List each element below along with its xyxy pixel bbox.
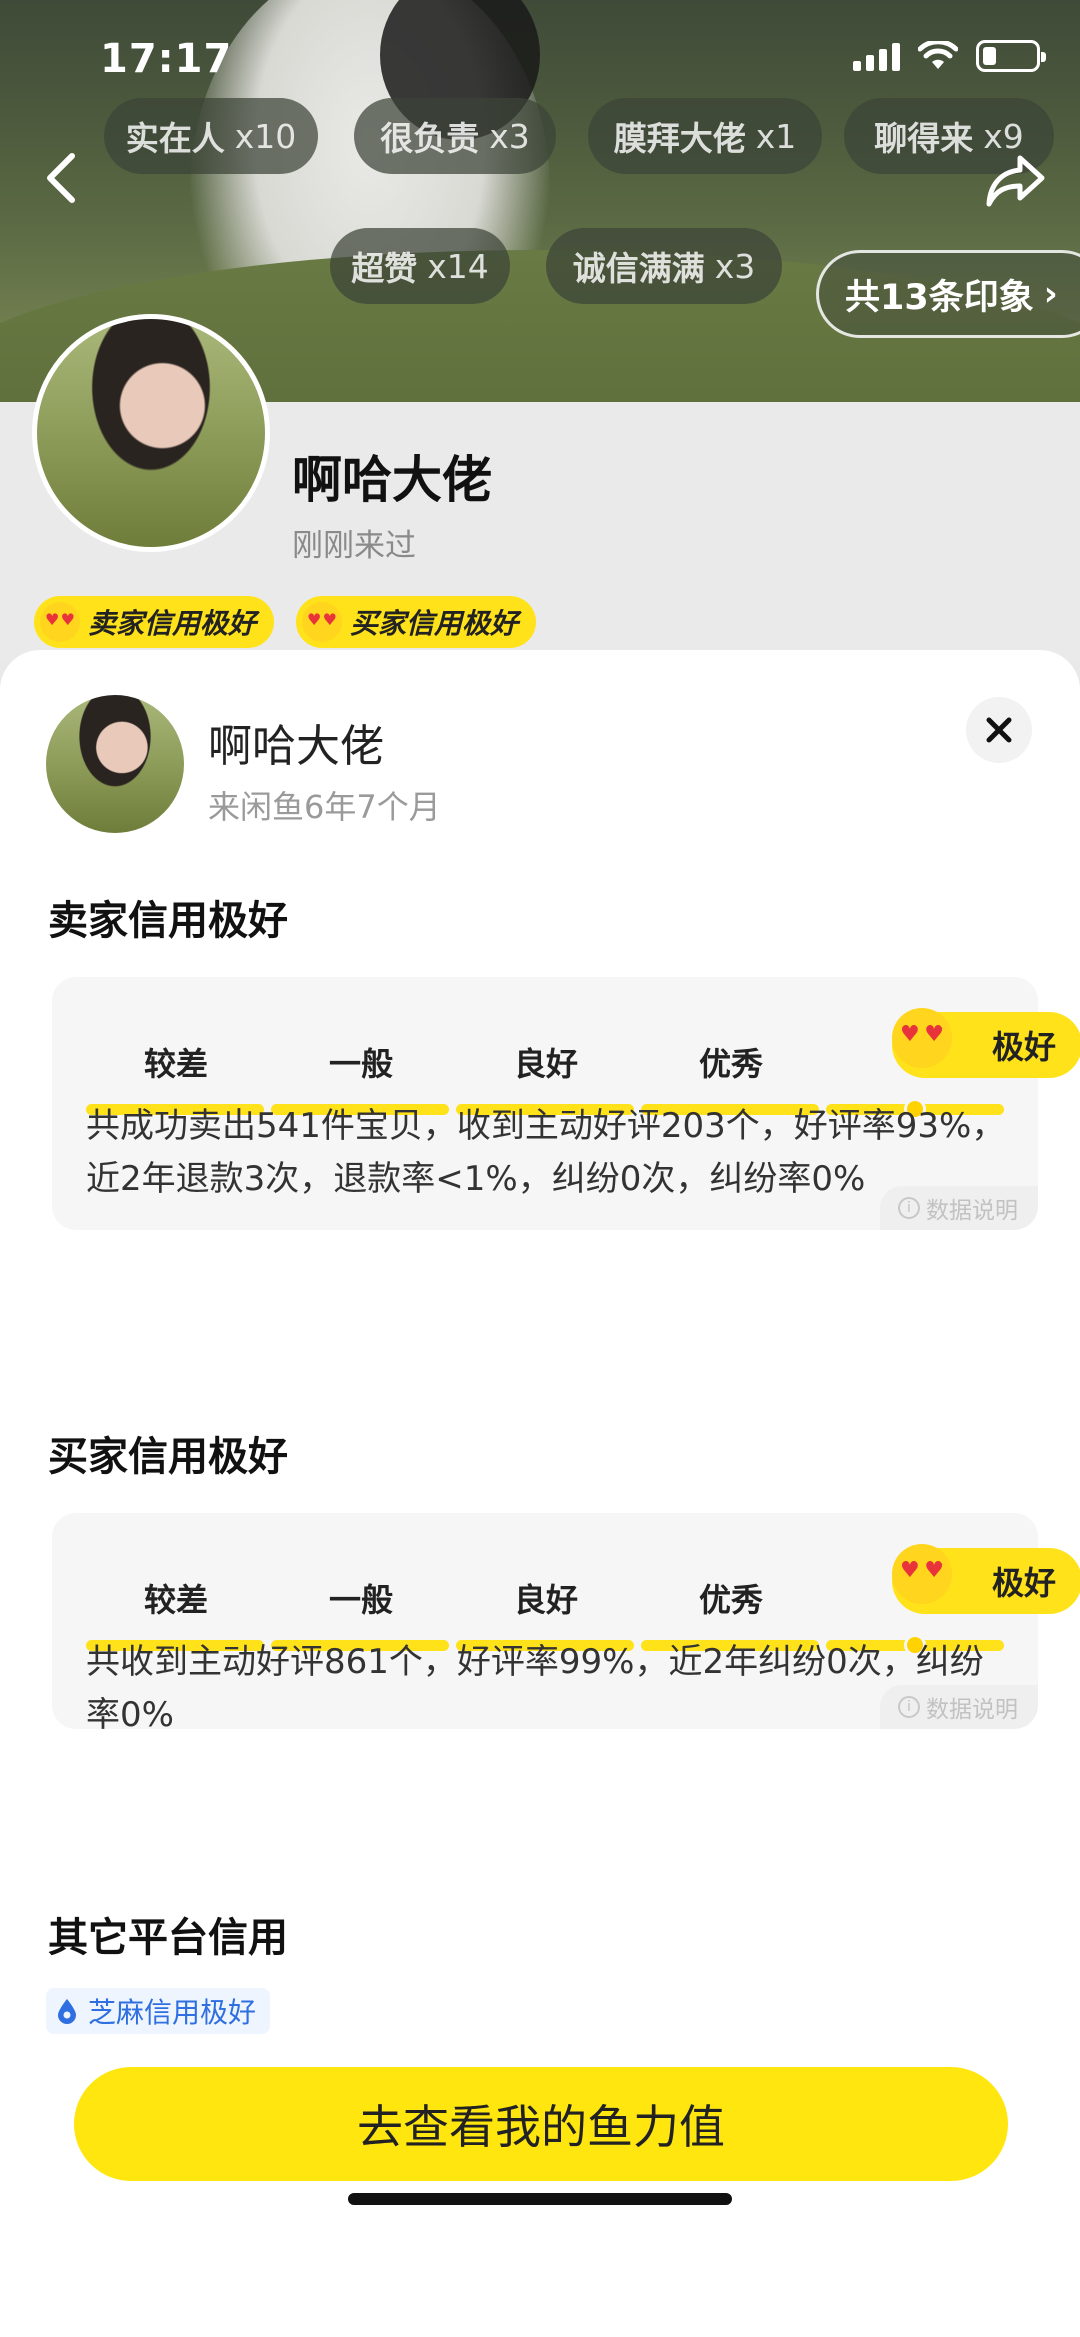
info-icon: i	[898, 1696, 920, 1718]
view-fish-power-button[interactable]: 去查看我的鱼力值	[74, 2067, 1008, 2181]
level-scale: 较差 一般 良好 优秀 极好	[86, 977, 1080, 1083]
heart-eyes-emoji-icon	[892, 1008, 952, 1068]
status-time: 17:17	[100, 36, 233, 82]
current-level-bubble: 极好	[892, 1544, 1080, 1614]
sheet-avatar	[46, 695, 184, 833]
seller-credit-description: 共成功卖出541件宝贝，收到主动好评203个，好评率93%，近2年退款3次，退款…	[86, 1106, 1006, 1199]
level-label: 一般	[328, 1045, 393, 1083]
profile-name: 啊哈大佬	[292, 451, 492, 509]
current-level-label: 极好	[991, 1028, 1056, 1066]
zhima-credit-tag[interactable]: 芝麻信用极好	[46, 1988, 271, 2034]
tag-count: x3	[489, 116, 530, 156]
other-platform-title: 其它平台信用	[48, 1915, 288, 1961]
tag-label: 诚信满满	[572, 249, 705, 288]
seller-credit-card: 较差 一般 良好 优秀 极好 共成功卖出541件宝贝，收到主动好评203个，好评…	[52, 977, 1080, 1230]
buyer-credit-title: 买家信用极好	[48, 1434, 288, 1480]
buyer-credit-description: 共收到主动好评861个，好评率99%，近2年纠纷0次，纠纷率0%	[86, 1642, 984, 1735]
back-arrow-icon[interactable]	[40, 150, 84, 206]
last-seen-text: 刚刚来过	[292, 528, 416, 564]
close-icon	[986, 717, 1012, 743]
data-note-label: 数据说明	[926, 1198, 1018, 1224]
level-label: 较差	[143, 1581, 208, 1619]
impression-tag[interactable]: 诚信满满 x3	[546, 228, 782, 304]
heart-eyes-emoji-icon	[302, 602, 342, 642]
badge-label: 卖家信用极好	[88, 607, 257, 640]
avatar[interactable]	[32, 314, 270, 552]
seller-credit-badge[interactable]: 卖家信用极好	[34, 596, 275, 648]
tag-count: x10	[234, 116, 297, 156]
chevron-right-icon: ›	[1043, 274, 1058, 314]
signal-icon	[853, 41, 900, 71]
seller-credit-title: 卖家信用极好	[48, 898, 288, 944]
home-indicator	[348, 2193, 732, 2205]
battery-icon	[976, 40, 1046, 72]
tag-label: 超赞	[351, 249, 418, 288]
wifi-icon	[918, 41, 958, 69]
heart-eyes-emoji-icon	[40, 602, 80, 642]
info-icon: i	[898, 1197, 920, 1219]
tag-count: x3	[714, 246, 756, 286]
level-label: 良好	[513, 1581, 578, 1619]
level-scale: 较差 一般 良好 优秀 极好	[86, 1513, 1080, 1619]
current-level-label: 极好	[991, 1564, 1056, 1602]
tag-count: x1	[755, 116, 797, 156]
badge-label: 买家信用极好	[350, 607, 519, 640]
member-since-text: 来闲鱼6年7个月	[208, 788, 441, 826]
level-label: 优秀	[698, 1045, 763, 1083]
credit-sheet: 啊哈大佬 来闲鱼6年7个月 卖家信用极好 较差 一般 良好 优秀 极好 共成功卖…	[0, 650, 1080, 2337]
data-explanation-link[interactable]: i 数据说明	[880, 1186, 1038, 1230]
heart-eyes-emoji-icon	[892, 1544, 952, 1604]
level-label: 较差	[143, 1045, 208, 1083]
buyer-credit-card: 较差 一般 良好 优秀 极好 共收到主动好评861个，好评率99%，近2年纠纷0…	[52, 1513, 1080, 1735]
data-explanation-link[interactable]: i 数据说明	[880, 1685, 1038, 1729]
tag-count: x14	[427, 246, 489, 286]
zhima-drop-icon	[58, 1999, 76, 2024]
all-impressions-label: 共13条印象	[845, 277, 1034, 318]
impression-tag[interactable]: 超赞 x14	[330, 228, 510, 304]
share-icon[interactable]	[984, 150, 1048, 210]
sheet-user-name: 啊哈大佬	[208, 721, 384, 772]
level-label: 优秀	[698, 1581, 763, 1619]
status-bar: 17:17	[0, 0, 1080, 120]
zhima-credit-label: 芝麻信用极好	[88, 1996, 257, 2029]
level-label: 一般	[328, 1581, 393, 1619]
close-button[interactable]	[966, 697, 1032, 763]
level-label: 良好	[513, 1045, 578, 1083]
buyer-credit-badge[interactable]: 买家信用极好	[296, 596, 537, 648]
all-impressions-button[interactable]: 共13条印象 ›	[816, 250, 1080, 338]
data-note-label: 数据说明	[926, 1697, 1018, 1723]
current-level-bubble: 极好	[892, 1008, 1080, 1078]
